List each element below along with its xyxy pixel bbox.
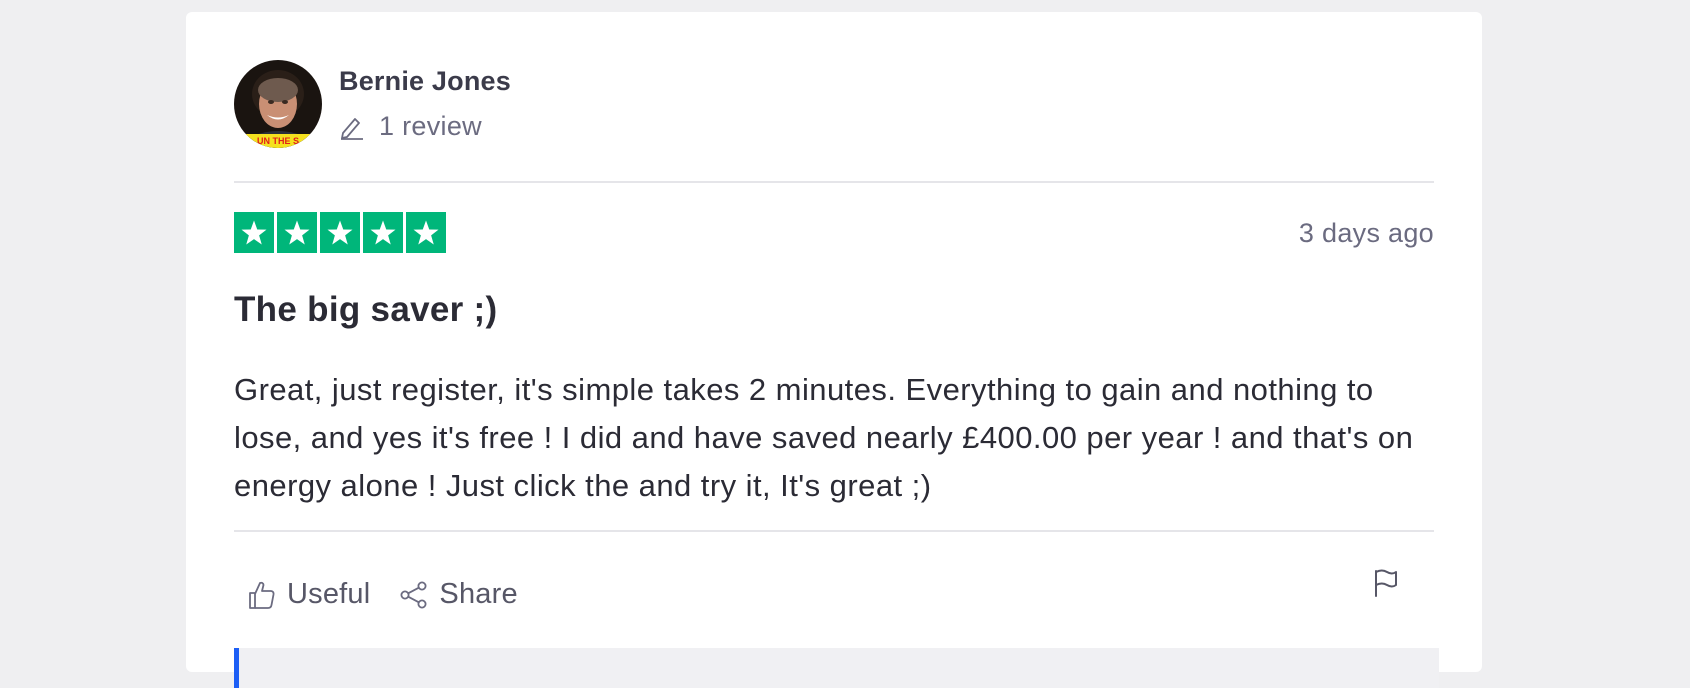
- reviewer-info: Bernie Jones 1 review: [339, 60, 511, 142]
- review-count-row: 1 review: [339, 111, 511, 142]
- share-icon: [400, 581, 427, 608]
- review-body: Great, just register, it's simple takes …: [234, 372, 1414, 503]
- company-reply-preview: [234, 648, 1439, 688]
- star-icon: [277, 212, 317, 253]
- share-label: Share: [439, 578, 518, 610]
- flag-icon[interactable]: [1370, 568, 1400, 598]
- review-title[interactable]: The big saver ;): [234, 290, 497, 330]
- header-divider: [234, 181, 1434, 183]
- star-icon: [363, 212, 403, 253]
- star-rating: [234, 212, 449, 253]
- useful-label: Useful: [287, 578, 371, 610]
- useful-button[interactable]: Useful: [248, 578, 370, 611]
- star-icon: [320, 212, 360, 253]
- review-card: UN THE S Bernie Jones 1 review 3 days ag…: [186, 12, 1482, 688]
- reviewer-name[interactable]: Bernie Jones: [339, 66, 511, 97]
- star-icon: [406, 212, 446, 253]
- star-icon: [234, 212, 274, 253]
- review-actions: Useful Share: [248, 578, 548, 611]
- body-divider: [234, 530, 1434, 532]
- review-count: 1 review: [379, 111, 482, 141]
- review-date: 3 days ago: [1298, 218, 1434, 248]
- share-button[interactable]: Share: [400, 578, 518, 611]
- thumbs-up-icon: [249, 581, 275, 609]
- avatar[interactable]: UN THE S: [234, 60, 322, 148]
- pencil-icon: [341, 117, 363, 140]
- avatar-badge-text: UN THE S: [257, 136, 299, 146]
- reviewer-header: UN THE S Bernie Jones 1 review: [234, 60, 511, 148]
